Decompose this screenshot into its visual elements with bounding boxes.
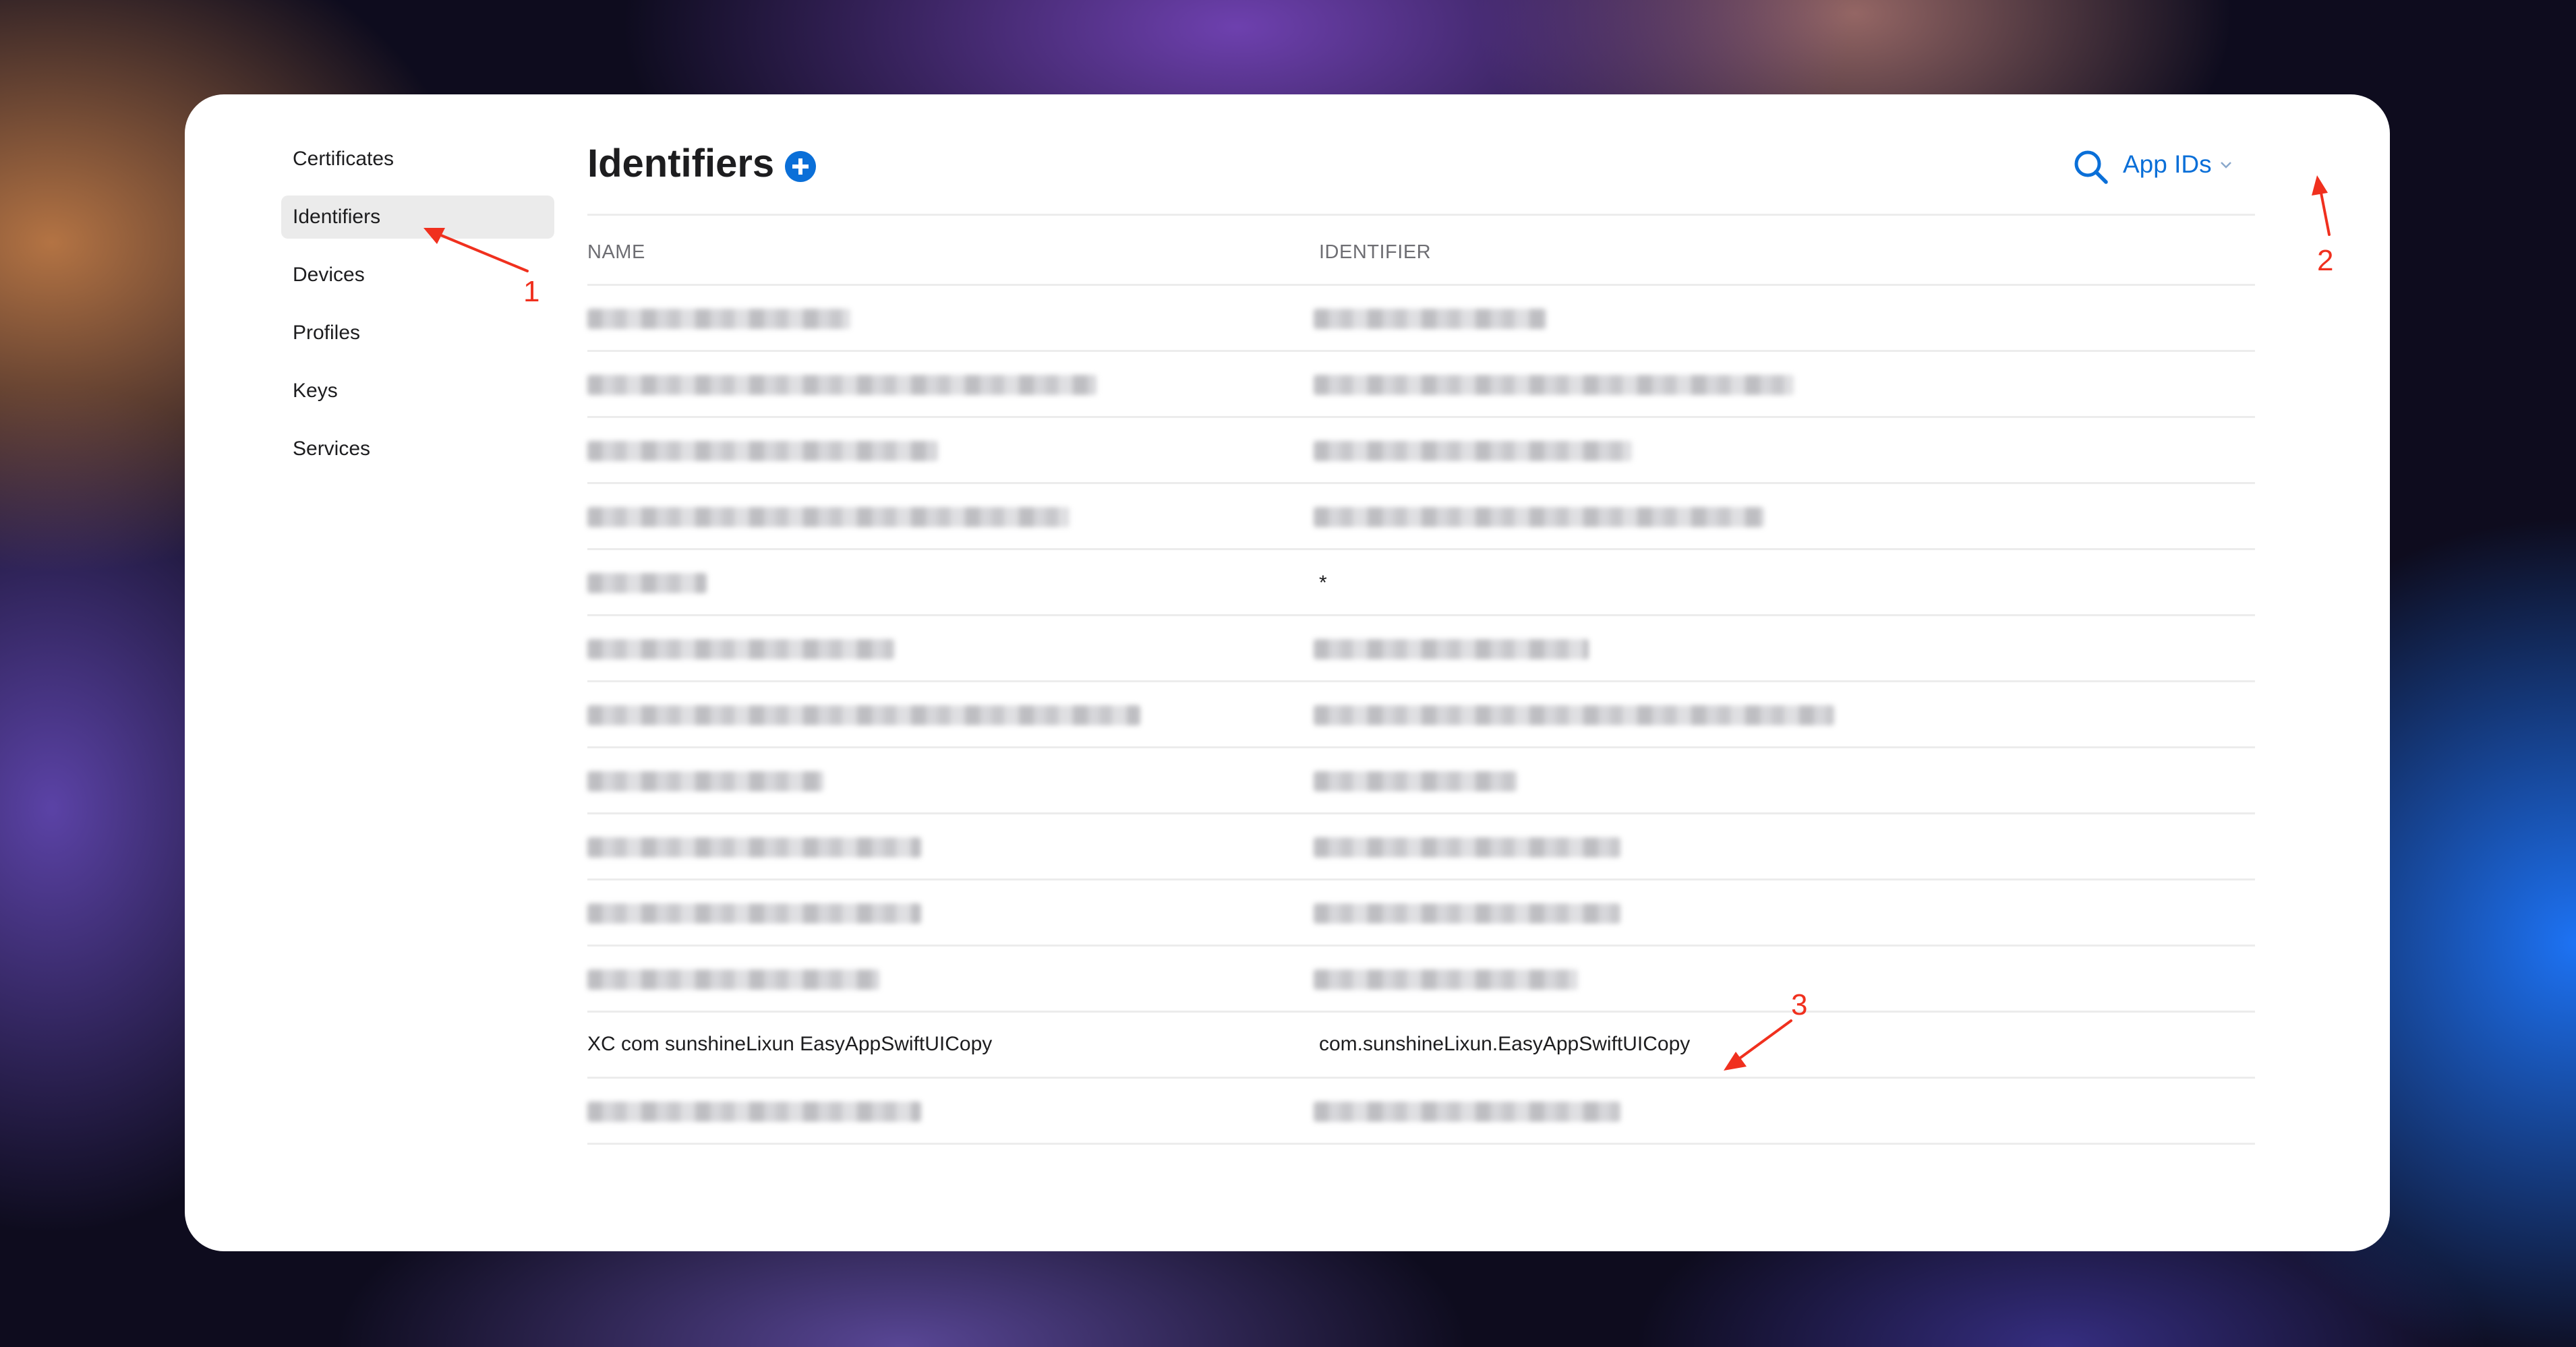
name-cell: XC com sunshineLixun EasyAppSwiftUICopy [587, 1033, 993, 1055]
table-row[interactable]: * [587, 550, 2255, 616]
redacted-identifier [1314, 639, 1589, 659]
table-row[interactable] [587, 1079, 2255, 1145]
annotation-label-1: 1 [523, 275, 540, 308]
table-row[interactable] [587, 352, 2255, 418]
redacted-name [587, 573, 707, 593]
sidebar-item-keys[interactable]: Keys [281, 369, 554, 413]
redacted-name [587, 969, 879, 990]
table-row[interactable] [587, 616, 2255, 682]
redacted-identifier [1314, 507, 1764, 527]
redacted-name [587, 375, 1096, 395]
identifiers-panel: Certificates Identifiers Devices Profile… [185, 94, 2390, 1251]
search-icon[interactable] [2071, 147, 2111, 187]
annotation-label-3: 3 [1791, 988, 1808, 1021]
table-row[interactable] [587, 947, 2255, 1013]
sidebar: Certificates Identifiers Devices Profile… [281, 138, 554, 485]
redacted-name [587, 771, 823, 791]
redacted-name [587, 1102, 921, 1122]
annotation-arrow-3 [1724, 1019, 1792, 1071]
redacted-name [587, 639, 894, 659]
table-row[interactable]: XC com sunshineLixun EasyAppSwiftUICopy … [587, 1013, 2255, 1079]
sidebar-item-label: Profiles [293, 322, 361, 344]
page-title: Identifiers [587, 142, 775, 185]
table-header: NAME IDENTIFIER [587, 218, 2255, 286]
sidebar-item-label: Devices [293, 264, 365, 286]
sidebar-item-label: Services [293, 438, 371, 460]
annotation-arrow-1 [423, 228, 529, 272]
main-content: Identifiers App IDs NAME IDENTIFIER * XC… [587, 138, 2255, 1145]
identifiers-table: NAME IDENTIFIER * XC com sunshineLixun E… [587, 218, 2255, 1145]
sidebar-item-certificates[interactable]: Certificates [281, 138, 554, 181]
sidebar-item-profiles[interactable]: Profiles [281, 311, 554, 355]
annotation-arrow-2 [2312, 175, 2331, 236]
filter-label: App IDs [2123, 150, 2212, 178]
table-row[interactable] [587, 286, 2255, 352]
sidebar-item-label: Identifiers [293, 206, 381, 228]
table-row[interactable] [587, 418, 2255, 484]
column-header-name: NAME [587, 241, 645, 263]
page-header: Identifiers App IDs [587, 138, 2255, 218]
redacted-name [587, 705, 1140, 725]
table-row[interactable] [587, 748, 2255, 814]
table-row[interactable] [587, 484, 2255, 550]
app-ids-filter-dropdown[interactable]: App IDs [2123, 144, 2233, 185]
column-header-identifier: IDENTIFIER [1319, 241, 1432, 263]
redacted-name [587, 837, 921, 858]
divider [587, 214, 2255, 216]
redacted-identifier [1314, 771, 1517, 791]
table-row[interactable] [587, 682, 2255, 748]
sidebar-item-label: Certificates [293, 148, 394, 170]
redacted-identifier [1314, 837, 1620, 858]
redacted-identifier [1314, 309, 1546, 329]
annotation-label-2: 2 [2317, 244, 2334, 277]
redacted-identifier [1314, 375, 1794, 395]
table-row[interactable] [587, 880, 2255, 947]
redacted-name [587, 309, 850, 329]
redacted-name [587, 441, 938, 461]
plus-circle-icon[interactable] [785, 151, 816, 182]
redacted-identifier [1314, 969, 1578, 990]
redacted-name [587, 507, 1070, 527]
redacted-identifier [1314, 1102, 1620, 1122]
redacted-identifier [1314, 441, 1632, 461]
identifier-cell: com.sunshineLixun.EasyAppSwiftUICopy [1319, 1033, 1691, 1055]
redacted-identifier [1314, 705, 1834, 725]
chevron-down-icon [2220, 162, 2231, 169]
redacted-identifier [1314, 903, 1620, 924]
identifier-cell: * [1319, 572, 1327, 594]
sidebar-item-services[interactable]: Services [281, 427, 554, 471]
table-row[interactable] [587, 814, 2255, 880]
redacted-name [587, 903, 921, 924]
sidebar-item-label: Keys [293, 380, 338, 402]
